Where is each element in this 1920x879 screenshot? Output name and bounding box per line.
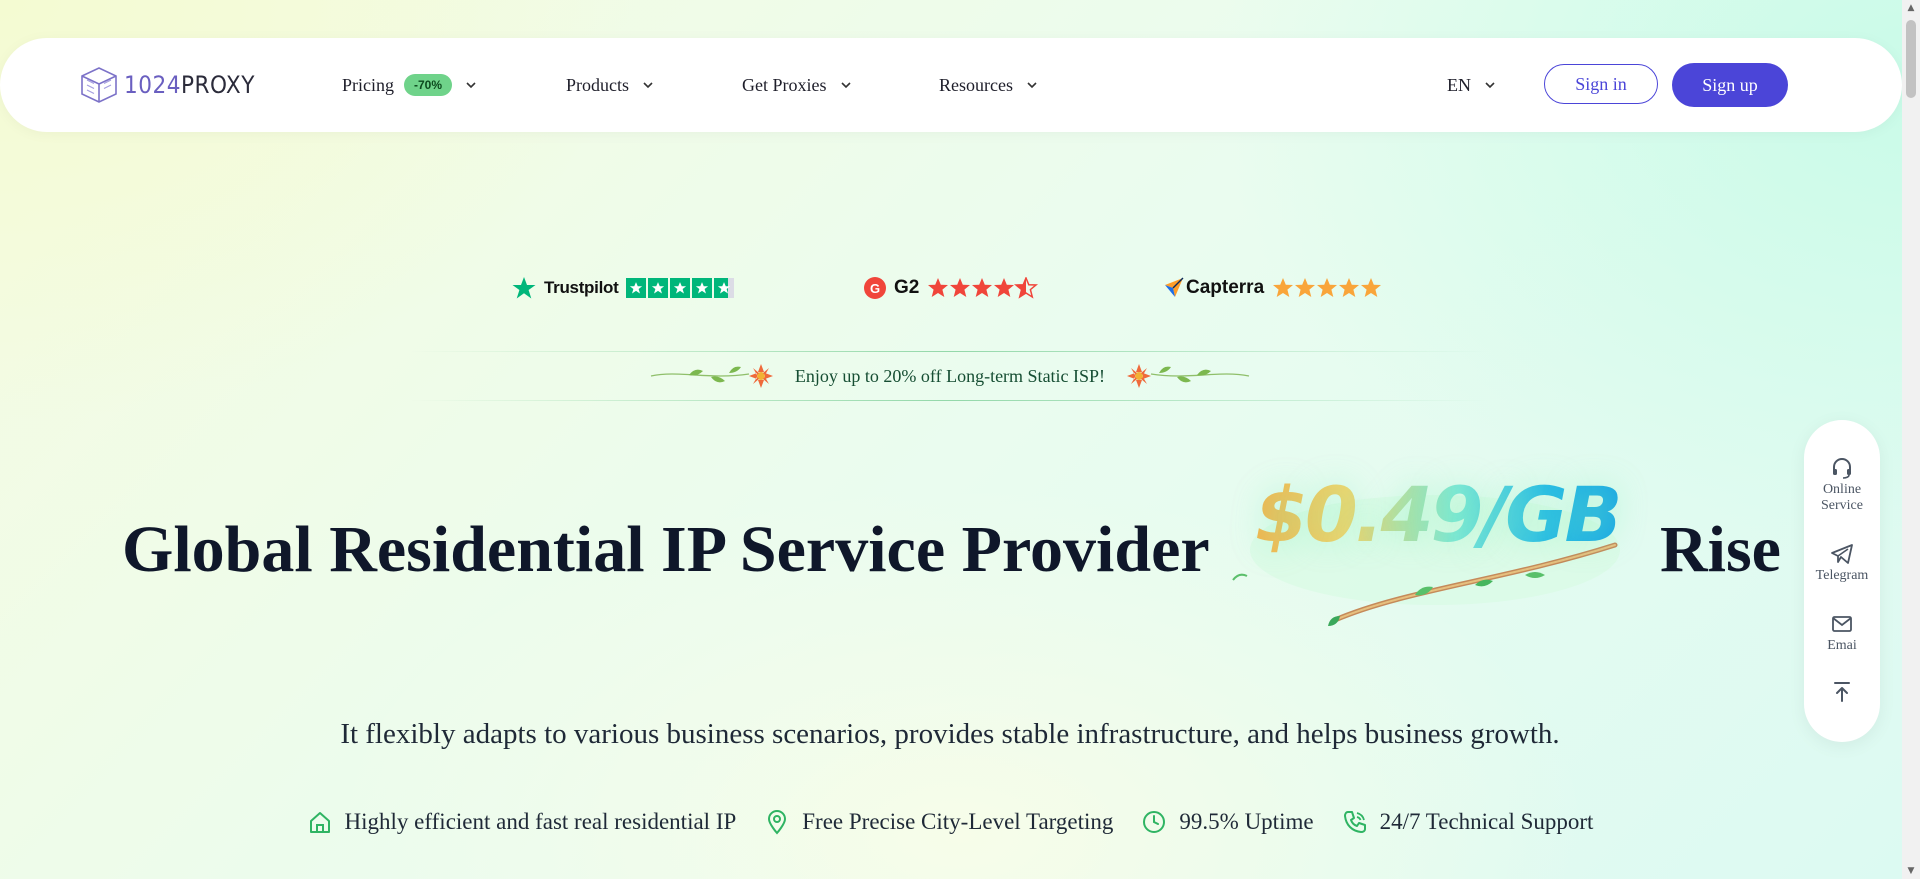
phone-icon bbox=[1343, 811, 1366, 833]
price-text: $0.49/GB bbox=[1255, 470, 1622, 559]
language-label: EN bbox=[1447, 74, 1471, 95]
feature-item: Free Precise City-Level Targeting bbox=[764, 809, 1113, 835]
feature-label: 99.5% Uptime bbox=[1179, 809, 1314, 834]
capterra-rating[interactable]: Capterra bbox=[1164, 272, 1382, 304]
flower-vine-left-icon bbox=[650, 364, 773, 388]
g2-rating[interactable]: G G2 bbox=[864, 272, 1039, 304]
hero-subtitle: It flexibly adapts to various business s… bbox=[340, 718, 1560, 750]
top-navbar: 1024PROXY Pricing -70% Products Get Prox… bbox=[0, 38, 1902, 132]
star-icon bbox=[626, 278, 647, 298]
nav-pricing-label: Pricing bbox=[342, 74, 394, 95]
nav-products[interactable]: Products bbox=[566, 38, 653, 132]
nav-products-label: Products bbox=[566, 74, 629, 95]
feature-item: 24/7 Technical Support bbox=[1342, 809, 1594, 835]
star-icon bbox=[692, 278, 713, 298]
sign-in-button[interactable]: Sign in bbox=[1544, 64, 1658, 104]
mail-icon bbox=[1832, 616, 1852, 632]
sign-up-button[interactable]: Sign up bbox=[1672, 63, 1788, 107]
nav-resources[interactable]: Resources bbox=[939, 38, 1037, 132]
chevron-down-icon bbox=[466, 82, 476, 89]
telegram-label: Telegram bbox=[1815, 568, 1869, 583]
nav-pricing[interactable]: Pricing -70% bbox=[342, 38, 476, 132]
email-label: Emai bbox=[1827, 638, 1857, 653]
location-pin-icon bbox=[768, 810, 787, 835]
logo-word: PROXY bbox=[180, 71, 255, 99]
trustpilot-star-icon bbox=[512, 277, 536, 299]
flower-vine-right-icon bbox=[1127, 364, 1250, 388]
feature-label: Highly efficient and fast real residenti… bbox=[344, 809, 737, 834]
scroll-up-arrow-icon[interactable]: ▲ bbox=[1906, 3, 1916, 13]
capterra-stars bbox=[1273, 278, 1382, 297]
clock-icon bbox=[1143, 811, 1166, 833]
promo-text: Enjoy up to 20% off Long-term Static ISP… bbox=[794, 365, 1106, 386]
nav-get-proxies-label: Get Proxies bbox=[742, 74, 827, 95]
price-highlight: $0.49/GB bbox=[1225, 470, 1630, 630]
chevron-down-icon bbox=[840, 82, 851, 89]
arrow-up-to-top-icon bbox=[1834, 682, 1850, 702]
ratings-row: Trustpilot G G2 Capterra bbox=[0, 272, 1900, 304]
home-icon bbox=[309, 812, 330, 833]
scrollbar-thumb[interactable] bbox=[1906, 20, 1916, 98]
logo[interactable]: 1024PROXY bbox=[78, 64, 255, 106]
language-selector[interactable]: EN bbox=[1447, 38, 1495, 132]
promo-divider-bottom bbox=[410, 400, 1490, 401]
trustpilot-label: Trustpilot bbox=[544, 278, 619, 297]
feature-label: Free Precise City-Level Targeting bbox=[802, 809, 1114, 834]
page-scrollbar[interactable]: ▲ ▼ bbox=[1902, 0, 1920, 879]
hero-title: Global Residential IP Service Provider bbox=[122, 513, 1210, 586]
telegram-icon bbox=[1831, 544, 1853, 564]
headset-icon bbox=[1833, 458, 1851, 479]
promo-divider-top bbox=[410, 351, 1490, 352]
floating-contact-bar: Online Service Telegram Emai bbox=[1804, 420, 1880, 742]
nav-get-proxies[interactable]: Get Proxies bbox=[742, 38, 851, 132]
logo-number: 1024 bbox=[124, 71, 181, 99]
feature-label: 24/7 Technical Support bbox=[1379, 809, 1594, 834]
capterra-logo-icon bbox=[1165, 277, 1184, 297]
email-button[interactable]: Emai bbox=[1804, 612, 1880, 654]
feature-item: 99.5% Uptime bbox=[1141, 809, 1314, 835]
scroll-down-arrow-icon[interactable]: ▼ bbox=[1906, 866, 1916, 876]
back-to-top-button[interactable] bbox=[1804, 680, 1880, 706]
star-icon bbox=[670, 278, 691, 298]
hero-title-rise: Rise bbox=[1660, 513, 1781, 586]
capterra-label: Capterra bbox=[1186, 277, 1265, 298]
telegram-button[interactable]: Telegram bbox=[1804, 542, 1880, 584]
chevron-down-icon bbox=[643, 82, 653, 89]
trustpilot-rating[interactable]: Trustpilot bbox=[512, 272, 735, 304]
feature-item: Highly efficient and fast real residenti… bbox=[307, 809, 737, 835]
chevron-down-icon bbox=[1027, 82, 1037, 89]
chevron-down-icon bbox=[1485, 82, 1495, 89]
g2-logo-icon: G bbox=[864, 277, 886, 299]
star-half-icon bbox=[714, 278, 735, 298]
feature-list: Highly efficient and fast real residenti… bbox=[0, 802, 1900, 842]
online-service-label: Online Service bbox=[1821, 482, 1863, 513]
trustpilot-stars bbox=[626, 278, 735, 298]
promo-banner[interactable]: Enjoy up to 20% off Long-term Static ISP… bbox=[0, 355, 1900, 397]
g2-stars bbox=[928, 277, 1039, 299]
logo-cube-icon bbox=[81, 67, 117, 103]
online-service-button[interactable]: Online Service bbox=[1804, 456, 1880, 514]
nav-resources-label: Resources bbox=[939, 74, 1013, 95]
g2-label: G2 bbox=[894, 277, 920, 298]
discount-badge: -70% bbox=[404, 74, 453, 96]
star-icon bbox=[648, 278, 669, 298]
